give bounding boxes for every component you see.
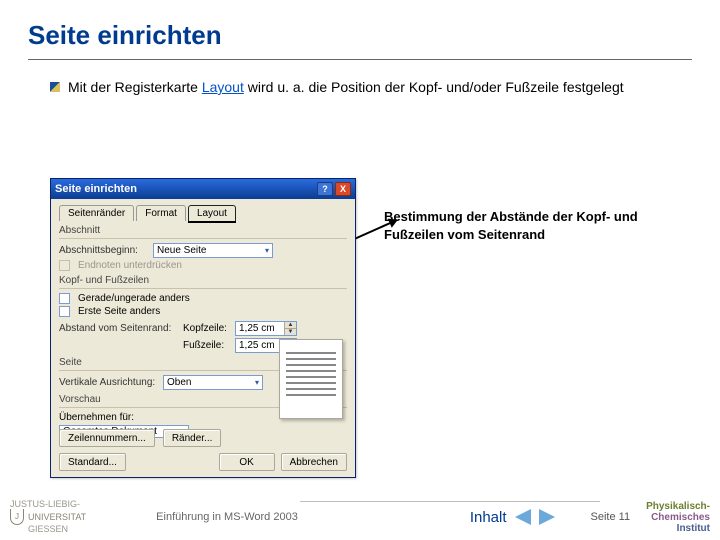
apply-label: Übernehmen für: xyxy=(59,412,134,423)
shield-icon: J xyxy=(10,509,24,525)
dialog-titlebar[interactable]: Seite einrichten ? X xyxy=(51,179,355,199)
tab-strip: Seitenränder Format Layout xyxy=(51,199,355,221)
uni-line1: JUSTUS-LIEBIG- xyxy=(10,500,86,509)
bullet-icon xyxy=(50,82,60,92)
endnotes-label: Endnoten unterdrücken xyxy=(78,260,182,271)
bullet-item: Mit der Registerkarte Layout wird u. a. … xyxy=(0,78,720,98)
secondary-buttons: Zeilennummern... Ränder... xyxy=(59,429,347,447)
cancel-button[interactable]: Abbrechen xyxy=(281,453,347,471)
valign-value: Oben xyxy=(167,377,191,388)
tab-margins[interactable]: Seitenränder xyxy=(59,205,134,221)
help-button[interactable]: ? xyxy=(317,182,333,196)
group-section: Abschnitt Abschnittsbeginn: Neue Seite ▾… xyxy=(59,225,347,271)
header-spin-label: Kopfzeile: xyxy=(183,323,231,334)
chevron-down-icon: ▾ xyxy=(255,378,259,387)
checkbox-first-page[interactable] xyxy=(59,306,70,317)
close-button[interactable]: X xyxy=(335,182,351,196)
chevron-down-icon: ▾ xyxy=(265,246,269,255)
page-number: Seite 11 xyxy=(591,511,631,523)
page-setup-dialog: Seite einrichten ? X Seitenränder Format… xyxy=(50,178,356,478)
ok-button[interactable]: OK xyxy=(219,453,275,471)
valign-select[interactable]: Oben ▾ xyxy=(163,375,263,390)
institute-logo: Physikalisch- Chemisches Institut xyxy=(646,501,710,534)
first-page-label: Erste Seite anders xyxy=(78,306,160,317)
distance-label: Abstand vom Seitenrand: xyxy=(59,323,179,334)
tab-format[interactable]: Format xyxy=(136,205,186,221)
inst-line3: Institut xyxy=(646,523,710,534)
checkbox-endnotes xyxy=(59,260,70,271)
section-begin-select[interactable]: Neue Seite ▾ xyxy=(153,243,273,258)
group-section-label: Abschnitt xyxy=(59,225,347,236)
footer-distance-value: 1,25 cm xyxy=(239,340,275,351)
bullet-text-post: wird u. a. die Position der Kopf- und/od… xyxy=(244,79,624,95)
inst-line2: Chemisches xyxy=(646,512,710,523)
slide-footer: JUSTUS-LIEBIG- J UNIVERSITAT GIESSEN Ein… xyxy=(0,494,720,540)
checkbox-odd-even[interactable] xyxy=(59,293,70,304)
slide-title: Seite einrichten xyxy=(0,0,720,59)
spin-up-icon[interactable]: ▲ xyxy=(284,322,296,329)
spin-down-icon[interactable]: ▼ xyxy=(284,329,296,335)
title-divider xyxy=(28,59,692,60)
tab-layout[interactable]: Layout xyxy=(188,205,236,221)
section-begin-value: Neue Seite xyxy=(157,245,206,256)
header-distance-value: 1,25 cm xyxy=(239,323,275,334)
group-headers-label: Kopf- und Fußzeilen xyxy=(59,275,347,286)
divider xyxy=(59,288,347,289)
action-buttons: Standard... OK Abbrechen xyxy=(59,453,347,471)
header-distance-input[interactable]: 1,25 cm ▲▼ xyxy=(235,321,297,336)
dialog-title: Seite einrichten xyxy=(55,183,315,195)
section-begin-label: Abschnittsbeginn: xyxy=(59,245,149,256)
valign-label: Vertikale Ausrichtung: xyxy=(59,377,159,388)
toc-link[interactable]: Inhalt xyxy=(470,509,507,526)
default-button[interactable]: Standard... xyxy=(59,453,126,471)
divider xyxy=(59,238,347,239)
bullet-link[interactable]: Layout xyxy=(202,79,244,95)
nav-group: Inhalt xyxy=(470,509,555,526)
nav-prev-icon[interactable] xyxy=(515,509,531,525)
uni-line2: UNIVERSITAT xyxy=(28,513,86,522)
bullet-text-pre: Mit der Registerkarte xyxy=(68,79,202,95)
nav-next-icon[interactable] xyxy=(539,509,555,525)
odd-even-label: Gerade/ungerade anders xyxy=(78,293,190,304)
borders-button[interactable]: Ränder... xyxy=(163,429,222,447)
footer-spin-label: Fußzeile: xyxy=(183,340,231,351)
uni-line3: GIESSEN xyxy=(10,525,86,534)
inst-line1: Physikalisch- xyxy=(646,501,710,512)
line-numbers-button[interactable]: Zeilennummern... xyxy=(59,429,155,447)
page-preview-icon xyxy=(279,339,343,419)
course-title: Einführung in MS-Word 2003 xyxy=(86,511,470,523)
annotation-text: Bestimmung der Abstände der Kopf- und Fu… xyxy=(384,208,684,243)
university-logo: JUSTUS-LIEBIG- J UNIVERSITAT GIESSEN xyxy=(10,500,86,534)
